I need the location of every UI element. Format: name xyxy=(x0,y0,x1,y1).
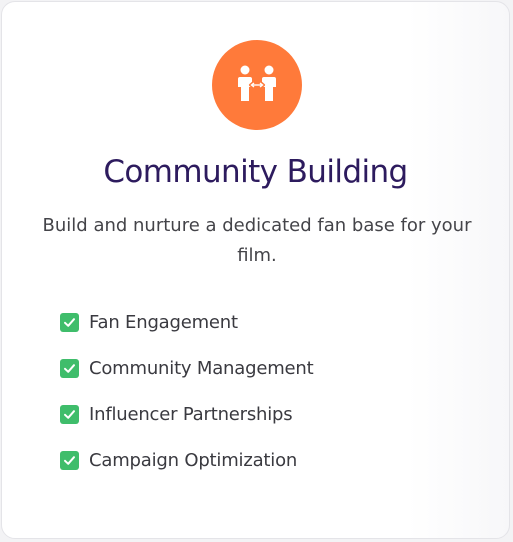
check-mark-icon xyxy=(60,312,79,332)
feature-item: Campaign Optimization xyxy=(60,445,313,475)
card-description: Build and nurture a dedicated fan base f… xyxy=(42,215,472,266)
feature-item: Community Management xyxy=(60,353,314,383)
feature-item: Fan Engagement xyxy=(60,307,313,337)
feature-label: Influencer Partnerships xyxy=(89,403,293,425)
feature-label: Community Management xyxy=(89,357,314,379)
feature-label: Campaign Optimization xyxy=(89,449,298,471)
feature-item: Influencer Partnerships xyxy=(60,399,313,429)
service-card: Community Building Build and nurture a d… xyxy=(1,1,510,539)
check-mark-icon xyxy=(60,450,79,470)
card-title: Community Building xyxy=(103,154,408,190)
check-mark-icon xyxy=(60,404,79,424)
people-exchange-icon xyxy=(238,65,276,101)
community-icon-badge xyxy=(212,40,302,130)
feature-label: Fan Engagement xyxy=(89,311,238,333)
check-mark-icon xyxy=(60,358,79,378)
feature-list: Fan Engagement Community Management Infl… xyxy=(60,307,314,491)
